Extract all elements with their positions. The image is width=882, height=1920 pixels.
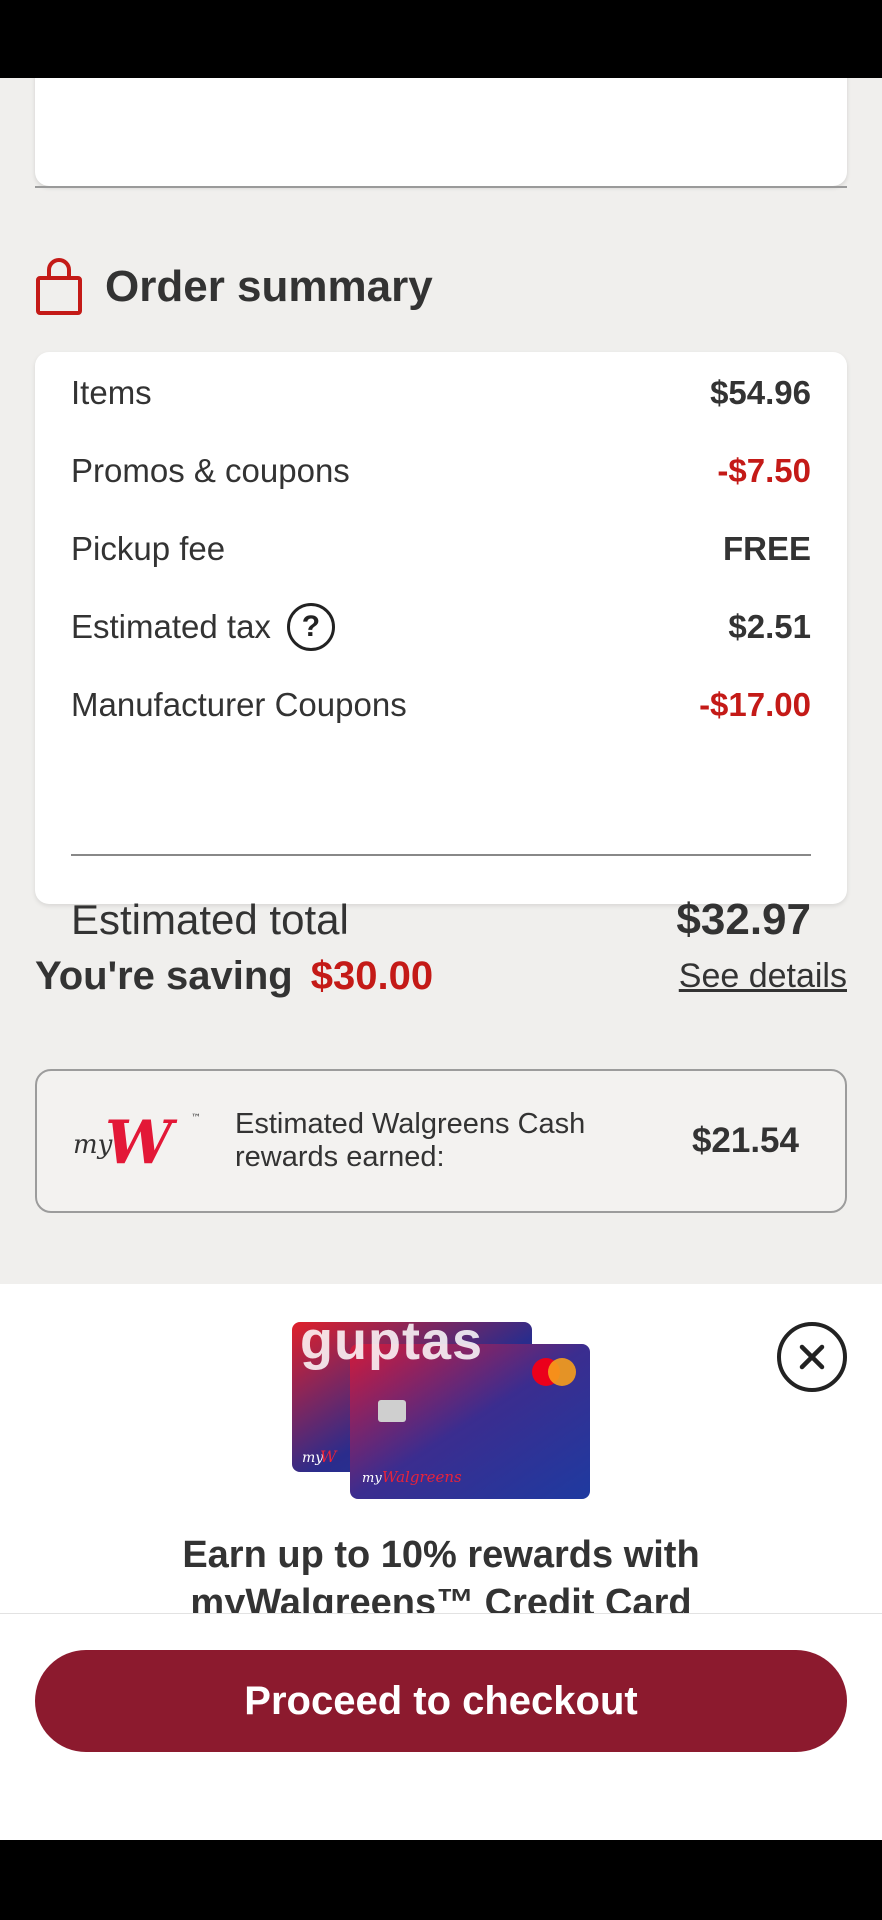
promo-text-line1: Earn up to 10% rewards with [182,1534,700,1576]
total-value: $32.97 [676,895,811,944]
savings-row: You're saving $30.00 See details [35,946,847,1006]
checkout-bar: Proceed to checkout [0,1613,882,1840]
order-summary-card: Items $54.96 Promos & coupons -$7.50 Pic… [35,352,847,944]
line-label: Pickup fee [71,530,226,567]
svg-text:W: W [320,1447,338,1466]
line-label: Manufacturer Coupons [71,686,407,723]
close-promo-button[interactable] [777,1322,847,1392]
rewards-text: Estimated Walgreens Cash rewards earned: [235,1107,586,1173]
line-label: Items [71,374,152,411]
mywalgreens-logo-icon: my W ™ [73,1108,201,1178]
estimated-total-row: Estimated total $32.97 [71,890,811,950]
savings-label: You're saving [35,953,293,998]
section-divider [35,186,847,188]
proceed-to-checkout-button[interactable]: Proceed to checkout [35,1650,847,1752]
shopping-bag-icon [36,258,82,315]
line-promos: Promos & coupons -$7.50 [71,446,811,496]
credit-card-promo: my W my Walgreens guptas Earn up to 10% … [0,1284,882,1624]
total-label: Estimated total [71,896,349,943]
see-details-link[interactable]: See details [679,957,847,996]
line-pickup-fee: Pickup fee FREE [71,524,811,574]
line-value: -$17.00 [699,686,811,723]
help-icon[interactable]: ? [286,603,335,651]
svg-text:Walgreens: Walgreens [382,1468,462,1486]
line-label-wrapper: Estimated tax ? [71,603,335,651]
line-items: Items $54.96 [71,368,811,418]
savings-amount: $30.00 [310,953,434,998]
previous-card [35,78,847,186]
promo-text: Earn up to 10% rewards with myWalgreens™… [0,1532,882,1624]
order-summary-title: Order summary [105,262,433,311]
line-value: $2.51 [728,608,811,645]
line-manufacturer-coupons: Manufacturer Coupons -$17.00 [71,680,811,730]
rewards-amount: $21.54 [691,1121,799,1160]
watermark: guptas [300,1311,484,1371]
checkout-screen: Order summary Items $54.96 Promos & coup… [0,78,882,1840]
close-icon [799,1344,825,1370]
line-label: Promos & coupons [71,452,350,489]
line-value: -$7.50 [717,452,811,489]
savings-text: You're saving $30.00 [35,954,433,999]
svg-text:W: W [105,1108,178,1178]
line-value: $54.96 [710,374,811,411]
svg-text:™: ™ [191,1113,201,1124]
svg-text:my: my [362,1471,382,1486]
total-divider [71,854,811,856]
rewards-box: my W ™ Estimated Walgreens Cash rewards … [35,1069,847,1213]
line-estimated-tax: Estimated tax ? $2.51 [71,602,811,652]
line-label: Estimated tax [71,608,271,645]
line-value: FREE [722,530,811,567]
order-summary-header: Order summary [35,258,433,316]
